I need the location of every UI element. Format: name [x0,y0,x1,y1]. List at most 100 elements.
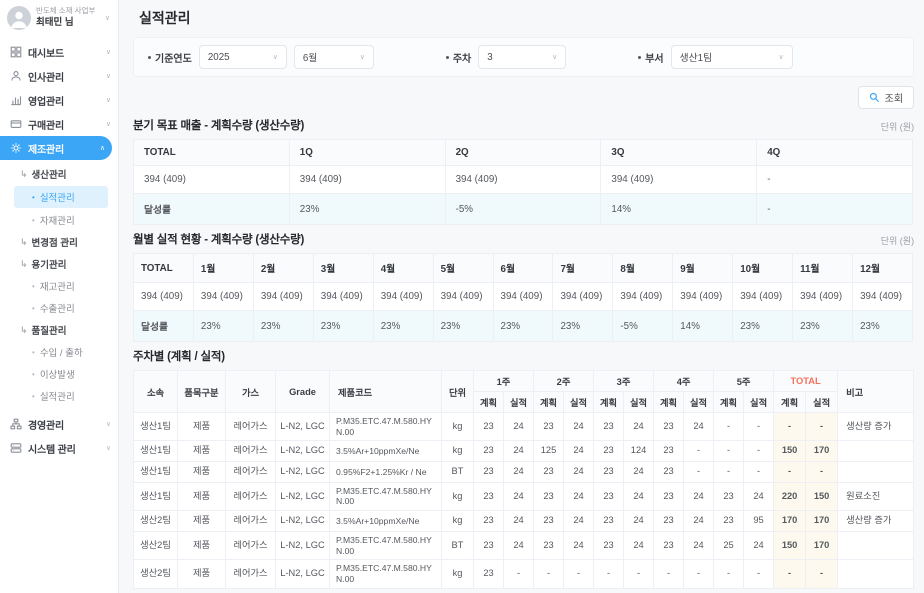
sidebar-item-system[interactable]: 시스템 관리∨ [0,436,118,460]
weekly-section: 주차별 (계획 / 실적) 소속품목구분가스Grade제품코드단위1주2주3주4… [133,348,914,589]
sidebar-submenu: ↳생산관리•실적관리•자재관리↳변경점 관리↳용기관리•재고관리•수출관리↳품질… [0,160,118,412]
bullet-icon: • [32,193,35,202]
column-header: 12월 [853,254,913,283]
chevron-up-icon: ∧ [100,144,105,152]
table-row: 생산1팀제품레어가스L-N2, LGCP.M35.ETC.47.M.580.HY… [134,413,914,441]
product-code-cell: P.M35.ETC.47.M.580.HYN.00 [330,413,442,441]
week-select[interactable]: 3 ∨ [478,45,566,69]
sidebar-item-dashboard[interactable]: 대시보드∨ [0,40,118,64]
sidebar-submenu-item[interactable]: •수출관리 [0,297,118,319]
table-row: 생산2팀제품레어가스L-N2, LGCP.M35.ETC.47.M.580.HY… [134,560,914,588]
grade-cell: L-N2, LGC [276,531,330,559]
week-value-cell: 23 [534,413,564,441]
total-plan-cell: - [774,462,806,483]
week-value-cell: - [684,441,714,462]
bullet-icon: • [32,304,35,313]
dept-cell: 생산2팀 [134,560,178,588]
note-cell [838,560,914,588]
unit-cell: kg [442,511,474,532]
week-value-cell: 95 [744,511,774,532]
sidebar-item-gear[interactable]: 제조관리∧ [0,136,112,160]
value-cell: 394 (409) [601,166,757,194]
dept-cell: 생산1팀 [134,413,178,441]
sidebar-item-sales[interactable]: 영업관리∨ [0,88,118,112]
sidebar-submenu-label: 실적관리 [40,190,75,204]
plan-subheader: 계획 [654,392,684,413]
week-value-cell: 24 [684,531,714,559]
week-value-cell: - [624,560,654,588]
year-select[interactable]: 2025 ∨ [199,45,287,69]
column-header: 10월 [733,254,793,283]
sidebar-submenu-item[interactable]: •이상발생 [0,363,118,385]
subgroup-arrow-icon: ↳ [20,237,28,248]
sidebar-subgroup[interactable]: ↳품질관리 [0,319,118,341]
user-profile[interactable]: 반도체 소재 사업부 최태민 님 ∨ [0,0,118,36]
week-value-cell: 124 [624,441,654,462]
product-code-cell: P.M35.ETC.47.M.580.HYN.00 [330,531,442,559]
sidebar-submenu-label: 재고관리 [40,279,75,293]
quarterly-unit-label: 단위 (원) [881,120,914,133]
product-code-cell: 3.5%Ar+10ppmXe/Ne [330,441,442,462]
grade-cell: L-N2, LGC [276,462,330,483]
sidebar-submenu-item[interactable]: •실적관리 [0,385,118,407]
dept-select[interactable]: 생산1팀 ∨ [671,45,793,69]
week-value-cell: 23 [474,511,504,532]
column-header: 품목구분 [178,371,226,413]
table-head: TOTAL1Q2Q3Q4Q [134,140,913,166]
value-cell: 394 (409) [553,283,613,311]
rate-cell: 23% [289,194,445,225]
week-value-cell: 24 [504,511,534,532]
sidebar-item-org[interactable]: 경영관리∨ [0,412,118,436]
column-header: 1월 [193,254,253,283]
rate-cell: 23% [553,311,613,342]
column-header: 11월 [793,254,853,283]
week-value-cell: 24 [684,482,714,510]
rate-cell: 14% [673,311,733,342]
week-value-cell: 24 [504,441,534,462]
sidebar-item-people[interactable]: 인사관리∨ [0,64,118,88]
column-header: 2Q [445,140,601,166]
week-select-value: 3 [487,52,492,63]
sidebar-subgroup-label: 용기관리 [32,257,67,271]
week-value-cell: - [564,560,594,588]
week-value-cell: 24 [744,531,774,559]
sidebar-submenu-item[interactable]: •자재관리 [0,209,118,231]
sidebar-item-purchase[interactable]: 구매관리∨ [0,112,118,136]
bullet-icon: • [32,392,35,401]
week-value-cell: 24 [564,511,594,532]
chevron-down-icon: ∨ [779,53,784,61]
sidebar-subgroup[interactable]: ↳변경점 관리 [0,231,118,253]
week-value-cell: 24 [624,482,654,510]
rate-cell: -5% [613,311,673,342]
note-cell [838,462,914,483]
total-plan-cell: 170 [774,511,806,532]
search-button[interactable]: 조회 [858,86,914,109]
month-select[interactable]: 6월 ∨ [294,45,374,69]
table-row: 달성률23%-5%14%- [134,194,913,225]
week-value-cell: 23 [534,482,564,510]
total-plan-cell: - [774,413,806,441]
weekly-table: 소속품목구분가스Grade제품코드단위1주2주3주4주5주TOTAL비고계획실적… [133,370,914,589]
week-group-header: 4주 [654,371,714,392]
sidebar-submenu-item[interactable]: •수입 / 출하 [0,341,118,363]
week-value-cell: 23 [534,462,564,483]
people-icon [10,70,22,82]
sidebar-submenu-item[interactable]: • 재고관리 [0,275,118,297]
sidebar-submenu-item[interactable]: • 실적관리 [14,186,108,208]
sidebar-subgroup[interactable]: ↳용기관리 [0,253,118,275]
bullet-icon: • [32,282,35,291]
table-row: 생산1팀제품레어가스L-N2, LGCP.M35.ETC.47.M.580.HY… [134,482,914,510]
actual-subheader: 실적 [744,392,774,413]
chevron-down-icon: ∨ [106,96,111,104]
note-cell: 생산량 증가 [838,413,914,441]
system-icon [10,442,22,454]
value-cell: 394 (409) [433,283,493,311]
table-head: 소속품목구분가스Grade제품코드단위1주2주3주4주5주TOTAL비고계획실적… [134,371,914,413]
week-value-cell: 23 [474,560,504,588]
grade-cell: L-N2, LGC [276,482,330,510]
subgroup-arrow-icon: ↳ [20,169,28,180]
rate-cell: - [757,194,913,225]
sidebar-subgroup[interactable]: ↳생산관리 [0,163,118,185]
unit-cell: BT [442,531,474,559]
week-value-cell: 24 [684,511,714,532]
